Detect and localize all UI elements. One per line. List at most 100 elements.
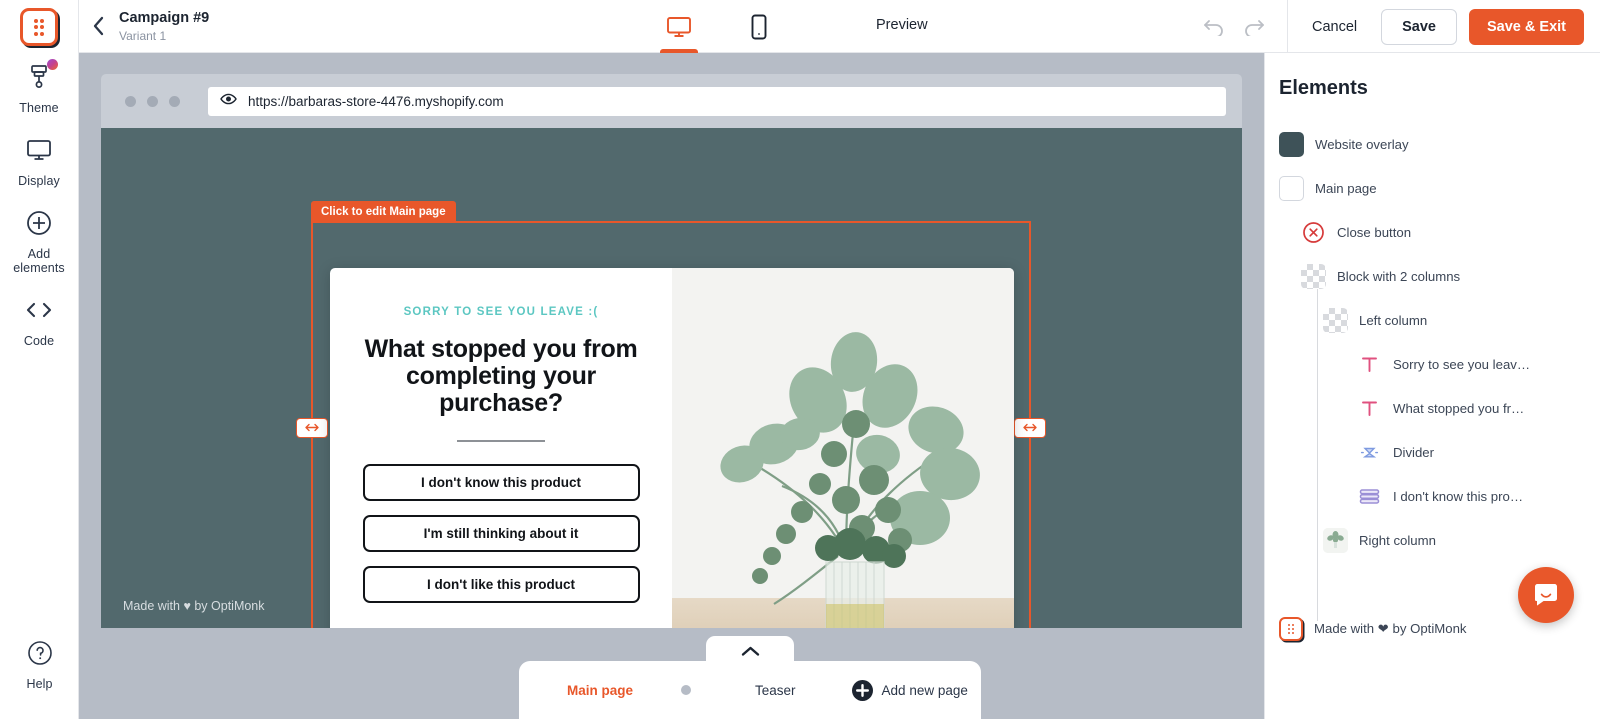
popup-answer-button-3[interactable]: I don't like this product [362,566,640,603]
theme-badge-dot [47,59,58,70]
elements-panel: Elements Website overlay Main page Close… [1264,53,1600,719]
made-by-optimonk-watermark: Made with ♥ by OptiMonk [123,599,265,613]
sidebar-item-add-elements-label-1: Add [27,247,51,261]
sidebar-item-add-elements-label-2: elements [13,261,65,275]
tree-item-close-button[interactable]: Close button [1301,210,1600,254]
tree-item-divider[interactable]: Divider [1357,430,1600,474]
sidebar-item-help[interactable]: Help [0,638,79,691]
left-sidebar: Theme Display Add elements Code Help [0,0,79,719]
undo-arrow-icon[interactable] [1203,18,1225,36]
panel-footer-optimonk: Made with ❤ by OptiMonk [1279,617,1467,641]
tree-item-label: Close button [1337,224,1412,240]
top-toolbar: Campaign #9 Variant 1 Preview Cancel Sav… [79,0,1600,53]
tree-item-label: Main page [1315,180,1377,196]
device-mobile-button[interactable] [739,0,779,53]
undo-redo-group [1203,18,1287,36]
browser-chrome-bar: https://barbaras-store-4476.myshopify.co… [101,74,1242,128]
eye-icon [220,92,237,110]
popup-left-column: SORRY TO SEE YOU LEAVE :( What stopped y… [330,268,672,628]
paint-brush-icon [27,59,58,92]
color-swatch-icon [1279,131,1304,157]
sidebar-item-theme-label: Theme [19,101,59,115]
tree-item-label: I don't know this pro… [1393,488,1524,504]
redo-arrow-icon[interactable] [1243,18,1265,36]
text-element-icon [1357,352,1382,377]
page-tabs-bar: Main page Teaser Add new page [519,661,981,719]
popup-eyebrow-text: SORRY TO SEE YOU LEAVE :( [403,306,599,318]
save-button[interactable]: Save [1381,8,1457,45]
desktop-monitor-icon [26,135,52,165]
tree-item-label: Left column [1359,312,1428,328]
device-toggle-group [659,0,779,53]
cancel-button[interactable]: Cancel [1288,19,1381,35]
image-thumbnail-icon [1323,527,1348,553]
optimonk-logo-icon[interactable] [20,8,58,46]
optimonk-logo-icon [1279,617,1303,641]
page-tab-separator-dot [681,685,692,695]
top-right-actions: Cancel Save Save & Exit [1203,0,1600,53]
back-button[interactable] [79,16,117,36]
popup-divider [457,440,545,442]
campaign-info: Campaign #9 Variant 1 [119,9,209,44]
tree-item-website-overlay[interactable]: Website overlay [1279,122,1600,166]
page-tab-main-page[interactable]: Main page [567,683,633,698]
resize-handle-left[interactable] [296,417,328,438]
sidebar-item-code-label: Code [23,334,55,348]
sidebar-item-help-label: Help [26,677,53,691]
sidebar-item-display[interactable]: Display [0,119,79,192]
tree-item-left-column[interactable]: Left column [1323,298,1600,342]
plus-circle-icon [26,208,52,238]
browser-preview-frame: https://barbaras-store-4476.myshopify.co… [101,74,1242,628]
text-element-icon [1357,396,1382,421]
sidebar-item-theme[interactable]: Theme [0,46,79,119]
variant-label: Variant 1 [119,28,167,43]
button-list-icon [1357,484,1382,509]
tree-item-label: Sorry to see you leav… [1393,356,1531,372]
page-title: Campaign #9 [119,9,210,26]
sidebar-item-display-label: Display [18,174,60,188]
preview-button[interactable]: Preview [876,17,928,33]
tree-item-label: Right column [1359,532,1436,548]
close-circle-icon [1301,220,1326,245]
popup-right-column-image [672,268,1014,628]
save-and-exit-button[interactable]: Save & Exit [1469,8,1584,45]
question-circle-icon [27,638,53,668]
resize-handle-right[interactable] [1014,417,1046,438]
white-swatch-icon [1279,175,1304,201]
code-brackets-icon [25,295,53,325]
url-text: https://barbaras-store-4476.myshopify.co… [248,93,504,109]
editor-canvas: https://barbaras-store-4476.myshopify.co… [79,53,1264,719]
traffic-light-dots [125,95,180,107]
url-input[interactable]: https://barbaras-store-4476.myshopify.co… [208,86,1226,116]
sidebar-item-code[interactable]: Code [0,279,79,352]
tree-item-label: Block with 2 columns [1337,268,1461,284]
panel-footer-label: Made with ❤ by OptiMonk [1314,621,1467,636]
site-viewport: Something simple. Made with ♥ by OptiMon… [101,128,1242,628]
popup-answer-button-1[interactable]: I don't know this product [362,464,640,501]
tree-item-label: What stopped you fr… [1393,400,1525,416]
add-new-page-button[interactable]: Add new page [851,679,968,701]
tree-item-right-column[interactable]: Right column [1323,518,1600,562]
device-desktop-button[interactable] [659,0,699,53]
page-tab-teaser[interactable]: Teaser [755,683,796,698]
tree-item-text-sorry-to-see-you-leave[interactable]: Sorry to see you leav… [1357,342,1600,386]
plus-filled-icon [851,679,873,701]
add-new-page-label: Add new page [881,682,968,698]
transparent-block-icon [1323,307,1348,333]
tree-item-label: Website overlay [1315,136,1409,152]
tree-item-text-what-stopped-you-from[interactable]: What stopped you fr… [1357,386,1600,430]
eucalyptus-plant-illustration [720,332,980,628]
intercom-chat-icon[interactable] [1518,567,1574,623]
divider-icon [1357,440,1382,465]
tree-item-button-list[interactable]: I don't know this pro… [1357,474,1600,518]
popup-preview[interactable]: SORRY TO SEE YOU LEAVE :( What stopped y… [330,268,1014,628]
tree-item-block-with-2-columns[interactable]: Block with 2 columns [1301,254,1600,298]
tree-item-label: Divider [1393,444,1435,460]
selection-tag[interactable]: Click to edit Main page [311,201,456,223]
popup-headline-text: What stopped you from completing your pu… [364,335,638,417]
transparent-block-icon [1301,263,1326,289]
elements-panel-title: Elements [1279,77,1368,99]
sidebar-item-add-elements[interactable]: Add elements [0,192,79,279]
tree-item-main-page[interactable]: Main page [1279,166,1600,210]
popup-answer-button-2[interactable]: I'm still thinking about it [362,515,640,552]
